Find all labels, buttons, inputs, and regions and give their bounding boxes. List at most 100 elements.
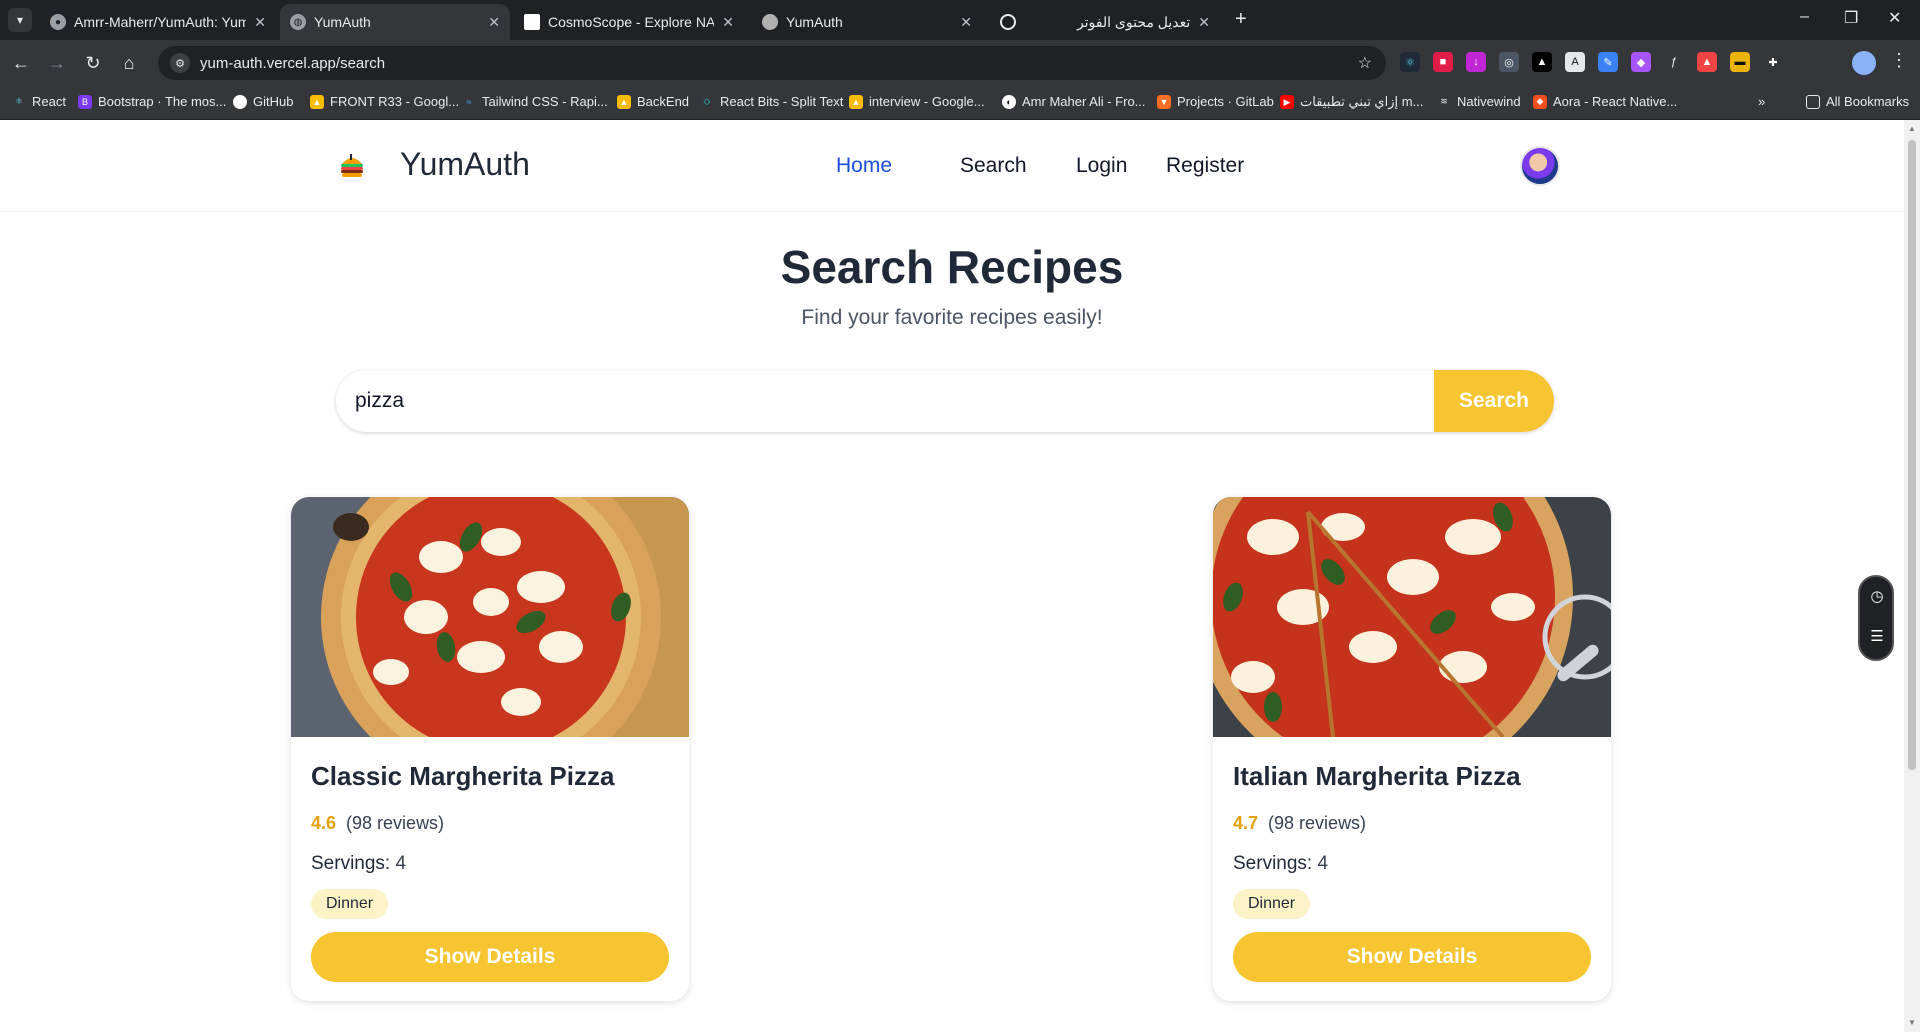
bookmark-label: Aora - React Native...	[1553, 94, 1678, 109]
bookmark-tailwind[interactable]: ≈ Tailwind CSS - Rapi...	[462, 94, 608, 109]
bookmark-youtube[interactable]: ▶ إزاي تبني تطبيقات m...	[1280, 94, 1423, 110]
home-icon[interactable]: ⌂	[118, 52, 140, 74]
extension-icon[interactable]: ■	[1433, 52, 1453, 72]
bookmark-label: Projects · GitLab	[1177, 94, 1274, 109]
bookmark-front-r33[interactable]: ▲ FRONT R33 - Googl...	[310, 94, 459, 109]
scrollbar-thumb[interactable]	[1908, 140, 1916, 770]
bookmark-react-bits[interactable]: ◇ React Bits - Split Text	[700, 94, 844, 109]
close-icon[interactable]: ✕	[254, 14, 266, 31]
google-drive-icon: ▲	[617, 94, 631, 109]
bookmark-github[interactable]: GitHub	[233, 94, 293, 109]
puzzle-extensions-icon[interactable]: ✚	[1763, 52, 1783, 72]
bookmark-label: React	[32, 94, 66, 109]
extension-icon[interactable]: ▲	[1697, 52, 1717, 72]
bookmark-backend[interactable]: ▲ BackEnd	[617, 94, 689, 109]
minimize-icon[interactable]: –	[1800, 8, 1809, 26]
scroll-up-icon[interactable]: ▲	[1908, 124, 1916, 133]
show-details-button[interactable]: Show Details	[1233, 932, 1591, 982]
target-extension-icon[interactable]: ◎	[1499, 52, 1519, 72]
portfolio-icon: ◐	[1002, 94, 1016, 109]
color-picker-extension-icon[interactable]: ✎	[1598, 52, 1618, 72]
nativewind-icon: ≋	[1440, 96, 1448, 106]
servings-label: Servings:	[1233, 853, 1313, 874]
nav-home-link[interactable]: Home	[836, 154, 892, 178]
rating-value: 4.7	[1233, 813, 1259, 833]
close-icon[interactable]: ✕	[488, 14, 500, 31]
address-bar[interactable]: ⚙ yum-auth.vercel.app/search ☆	[158, 46, 1386, 80]
scroll-down-icon[interactable]: ▼	[1908, 1018, 1916, 1027]
recipe-tag: Dinner	[1233, 889, 1311, 919]
brand-name[interactable]: YumAuth	[400, 146, 530, 183]
bookmark-interview[interactable]: ▲ interview - Google...	[849, 94, 985, 109]
recipe-card: Classic Margherita Pizza 4.6 (98 reviews…	[291, 497, 689, 1001]
bootstrap-icon: B	[78, 94, 92, 109]
bookmarks-bar: ⚛ React B Bootstrap · The mos... GitHub ▲ F…	[0, 86, 1920, 120]
bookmark-react[interactable]: ⚛ React	[12, 94, 66, 109]
nav-login-link[interactable]: Login	[1076, 154, 1127, 178]
openai-icon	[1000, 14, 1016, 30]
profile-avatar-icon[interactable]	[1852, 51, 1876, 75]
recipe-servings: Servings: 4	[1233, 853, 1328, 875]
bookmark-amr-maher[interactable]: ◐ Amr Maher Ali - Fro...	[1002, 94, 1146, 109]
extension-icon[interactable]: ◆	[1631, 52, 1651, 72]
close-icon[interactable]: ✕	[1198, 14, 1210, 31]
recipe-title: Classic Margherita Pizza	[311, 761, 615, 791]
nav-search-link[interactable]: Search	[960, 154, 1027, 178]
tab-yumauth[interactable]: YumAuth ✕	[752, 4, 982, 40]
new-tab-icon[interactable]: +	[1235, 8, 1247, 31]
bookmark-bootstrap[interactable]: B Bootstrap · The mos...	[78, 94, 226, 109]
font-extension-icon[interactable]: A	[1565, 52, 1585, 72]
vercel-extension-icon[interactable]: ▲	[1532, 52, 1552, 72]
list-icon[interactable]: ☰	[1868, 627, 1886, 645]
react-devtools-icon[interactable]: ⚛	[1400, 52, 1420, 72]
close-icon[interactable]: ✕	[722, 14, 734, 31]
download-extension-icon[interactable]: ↓	[1466, 52, 1486, 72]
forward-icon[interactable]: →	[46, 52, 68, 74]
bookmark-label: GitHub	[253, 94, 294, 109]
back-icon[interactable]: ←	[10, 52, 32, 74]
window-close-icon[interactable]: ✕	[1888, 8, 1901, 28]
bookmark-label: React Bits - Split Text	[720, 94, 844, 109]
url-text[interactable]: yum-auth.vercel.app/search	[200, 55, 385, 72]
nav-register-link[interactable]: Register	[1166, 154, 1244, 178]
close-icon[interactable]: ✕	[960, 14, 972, 31]
bookmarks-overflow-icon[interactable]: »	[1758, 94, 1765, 109]
bookmark-star-icon[interactable]: ☆	[1358, 53, 1372, 73]
recipe-tag: Dinner	[311, 889, 389, 919]
tab-yumauth-active[interactable]: ◍ YumAuth ✕	[280, 4, 510, 40]
folder-icon	[1806, 94, 1820, 109]
bookmark-all[interactable]: All Bookmarks	[1806, 94, 1909, 109]
floating-side-widget: ◷ ☰	[1858, 575, 1894, 661]
search-button[interactable]: Search	[1434, 370, 1554, 432]
page-viewport: YumAuth Home Search Login Register Searc…	[0, 120, 1904, 1032]
extension-icon[interactable]: ▬	[1730, 52, 1750, 72]
extensions-row: ⚛ ■ ↓ ◎ ▲ A ✎ ◆ ƒ ▲ ▬ ✚	[1400, 52, 1783, 72]
site-info-icon[interactable]: ⚙	[170, 53, 190, 73]
recipe-rating: 4.7 (98 reviews)	[1233, 813, 1366, 834]
fonts-extension-icon[interactable]: ƒ	[1664, 52, 1684, 72]
show-details-button[interactable]: Show Details	[311, 932, 669, 982]
servings-value: 4	[1317, 853, 1329, 874]
tab-cosmoscope[interactable]: CosmoScope - Explore NASA's ✕	[514, 4, 744, 40]
bookmark-gitlab[interactable]: ▼ Projects · GitLab	[1157, 94, 1274, 109]
react-icon: ⚛	[14, 96, 24, 106]
tab-footer-edit[interactable]: تعديل محتوى الفوتر ✕	[990, 4, 1220, 40]
menu-kebab-icon[interactable]: ⋮	[1890, 50, 1908, 71]
tab-search-menu-icon[interactable]: ▾	[8, 8, 32, 32]
bookmark-label: interview - Google...	[869, 94, 985, 109]
cosmoscope-icon	[524, 14, 540, 30]
page-subtitle: Find your favorite recipes easily!	[801, 306, 1103, 329]
review-count: (98 reviews)	[1268, 813, 1367, 833]
figma-icon: ◆	[1533, 94, 1547, 109]
bookmark-aora[interactable]: ◆ Aora - React Native...	[1533, 94, 1677, 109]
reload-icon[interactable]: ↻	[82, 52, 104, 74]
user-avatar[interactable]	[1520, 146, 1560, 186]
tab-github[interactable]: ● Amrr-Maherr/YumAuth: YumAuth ✕	[40, 4, 276, 40]
site-navbar: YumAuth Home Search Login Register	[0, 120, 1904, 212]
timer-icon[interactable]: ◷	[1868, 587, 1886, 605]
search-input[interactable]	[336, 370, 1434, 432]
bookmark-nativewind[interactable]: ≋ Nativewind	[1437, 94, 1520, 109]
page-scrollbar[interactable]: ▲ ▼	[1904, 120, 1920, 1032]
restore-icon[interactable]: ❐	[1844, 8, 1858, 28]
burger-logo-icon[interactable]	[338, 150, 366, 180]
